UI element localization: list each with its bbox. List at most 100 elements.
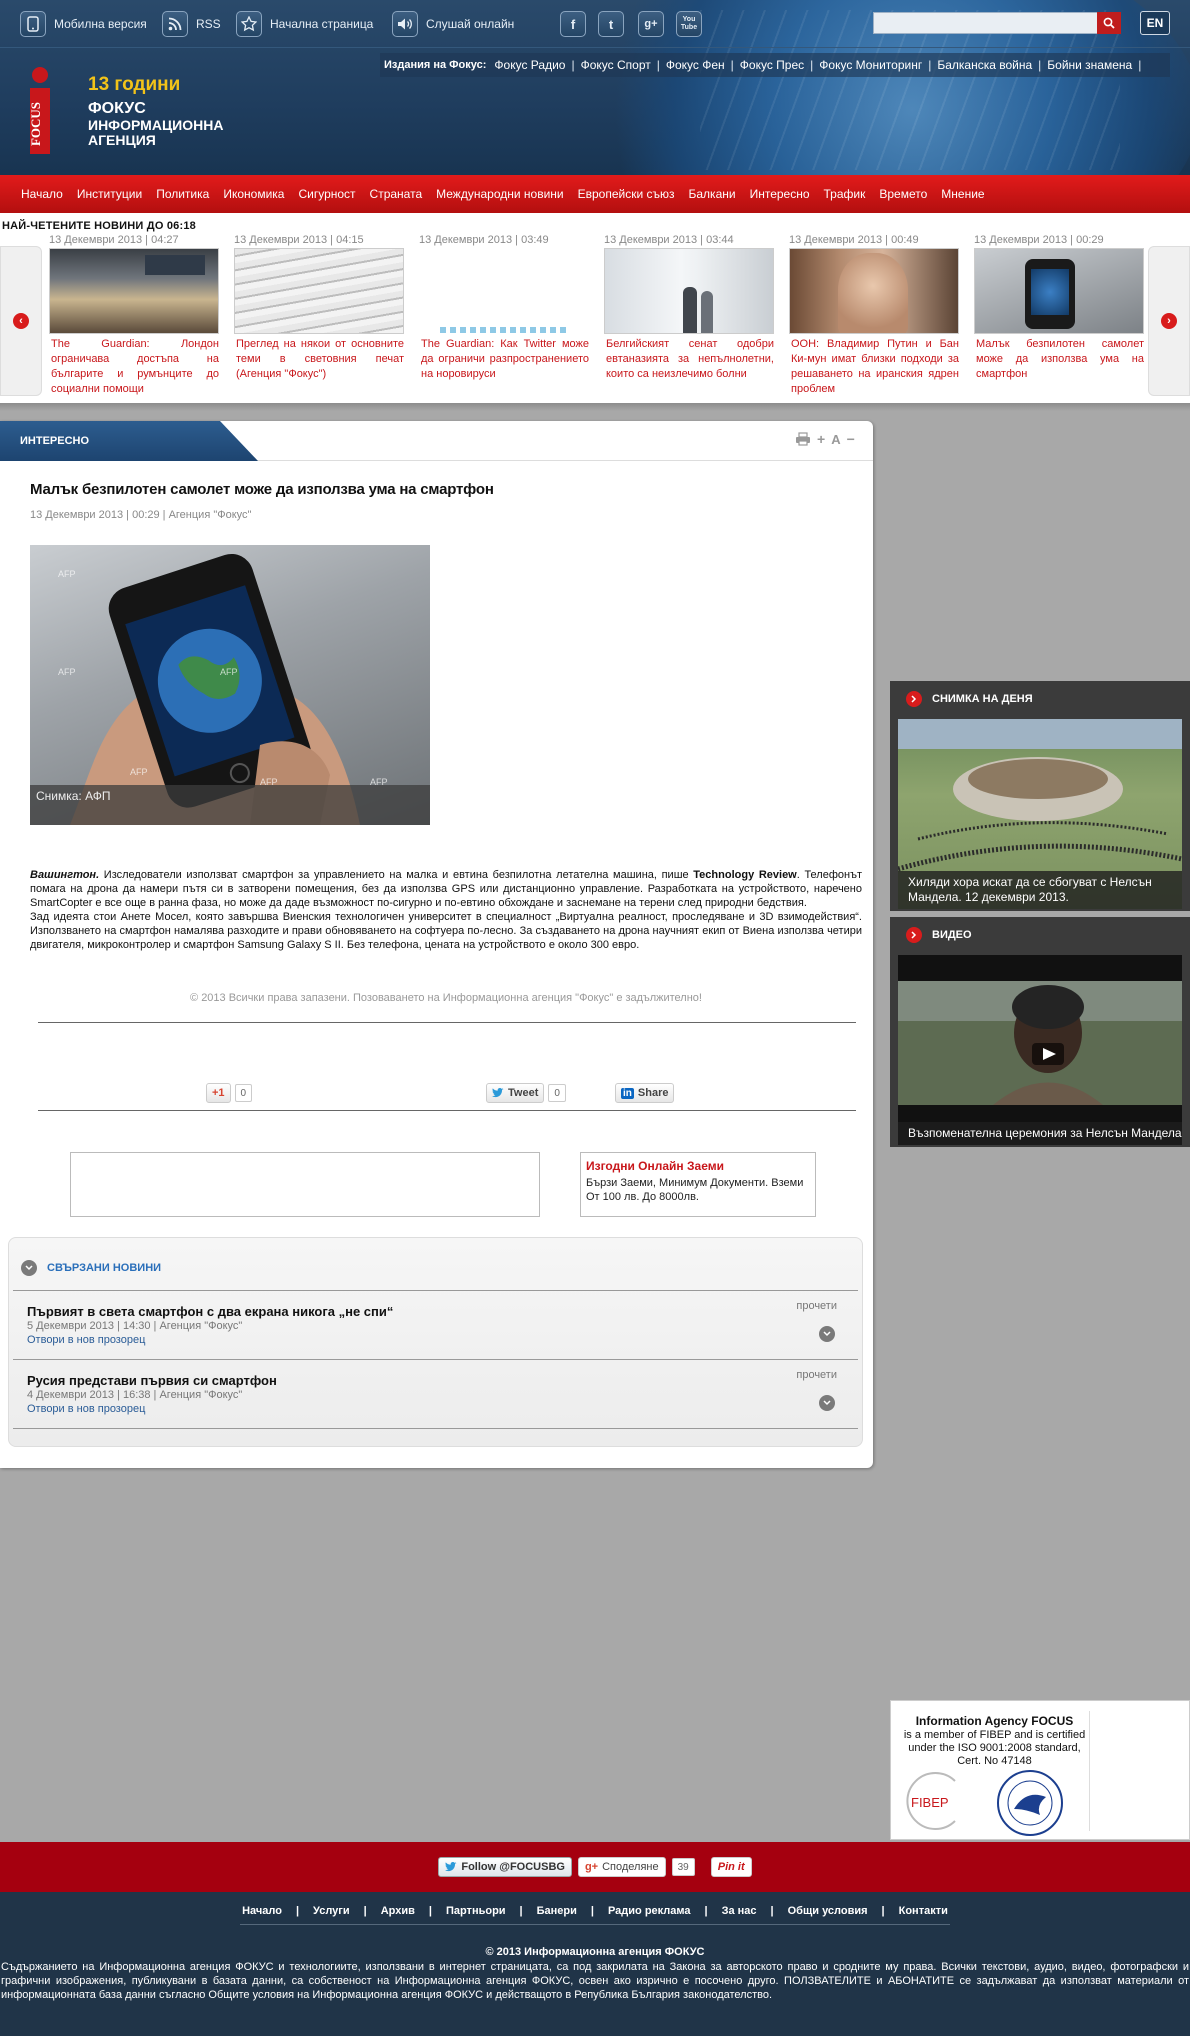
font-increase-icon[interactable]: + (817, 431, 825, 447)
chevron-down-icon[interactable] (819, 1326, 835, 1342)
mobile-icon (20, 11, 46, 37)
carousel-prev-button[interactable]: ‹ (0, 246, 42, 396)
footer-link-home[interactable]: Начало (242, 1905, 282, 1917)
fibep-logo: FIBEP (906, 1772, 956, 1830)
nav-item-interesting[interactable]: Интересно (743, 187, 817, 201)
nav-item-balkans[interactable]: Балкани (682, 187, 743, 201)
fibep-logo-text: FIBEP (911, 1795, 949, 1810)
article-tools: + A − (795, 431, 855, 447)
nav-item-politics[interactable]: Политика (149, 187, 216, 201)
footer-link-radio-ads[interactable]: Радио реклама (608, 1905, 691, 1917)
nav-item-eu[interactable]: Европейски съюз (571, 187, 682, 201)
edition-link[interactable]: Балканска война (937, 58, 1032, 72)
edition-link[interactable]: Фокус Прес (740, 58, 804, 72)
footer-link-banners[interactable]: Банери (537, 1905, 577, 1917)
loan-ad-text: Бързи Заеми, Минимум Документи. Вземи От… (586, 1177, 804, 1203)
twitter-bird-icon (445, 1862, 457, 1872)
site-footer: Начало | Услуги | Архив | Партньори | Банери… (0, 1892, 1190, 2036)
twitter-icon[interactable]: t (598, 11, 624, 37)
speaker-icon (392, 11, 418, 37)
footer-link-contacts[interactable]: Контакти (899, 1905, 948, 1917)
divider (13, 1428, 858, 1429)
most-read-item[interactable]: 13 Декември 2013 | 00:29 Малък безпилоте… (974, 233, 1146, 382)
read-link[interactable]: прочети (796, 1369, 837, 1381)
loan-ad[interactable]: Изгодни Онлайн Заеми Бързи Заеми, Миниму… (580, 1152, 816, 1217)
follow-twitter-button[interactable]: Follow @FOCUSBG (438, 1857, 572, 1877)
nav-item-institutions[interactable]: Институции (70, 187, 149, 201)
ad-placeholder[interactable] (70, 1152, 540, 1217)
edition-link[interactable]: Фокус Радио (494, 58, 565, 72)
footer-link-terms[interactable]: Общи условия (788, 1905, 868, 1917)
photo-of-day-image[interactable]: Хиляди хора искат да се сбогуват с Нелсъ… (898, 719, 1182, 909)
nav-item-world[interactable]: Международни новини (429, 187, 570, 201)
nav-item-security[interactable]: Сигурност (291, 187, 362, 201)
chevron-right-icon (906, 927, 922, 943)
listen-online-link[interactable]: Слушай онлайн (392, 10, 514, 38)
most-read-item[interactable]: 13 Декември 2013 | 03:49 The Guardian: К… (419, 233, 591, 382)
mobile-version-link[interactable]: Мобилна версия (20, 10, 147, 38)
gplus-share-button[interactable]: g+ Споделяне (577, 1857, 666, 1877)
edition-link[interactable]: Бойни знамена (1047, 58, 1132, 72)
chevron-down-icon[interactable] (819, 1395, 835, 1411)
nav-item-country[interactable]: Страната (363, 187, 430, 201)
logo-brand-text: FOCUS (28, 102, 43, 146)
footer-link-about[interactable]: За нас (722, 1905, 757, 1917)
search-input[interactable] (873, 12, 1099, 34)
footer-link-services[interactable]: Услуги (313, 1905, 350, 1917)
section-tab[interactable]: ИНТЕРЕСНО (0, 421, 258, 461)
facebook-icon[interactable]: f (560, 11, 586, 37)
read-link[interactable]: прочети (796, 1300, 837, 1312)
related-item-title[interactable]: Първият в света смартфон с два екрана ни… (27, 1304, 393, 1319)
most-read-image (49, 248, 219, 334)
video-frame-illustration (898, 981, 1182, 1105)
nav-item-economy[interactable]: Икономика (216, 187, 291, 201)
font-size-icon[interactable]: A (831, 432, 840, 447)
nav-item-opinion[interactable]: Мнение (934, 187, 991, 201)
most-read-item[interactable]: 13 Декември 2013 | 04:15 Преглед на няко… (234, 233, 406, 382)
related-item-title[interactable]: Русия представи първия си смартфон (27, 1373, 277, 1388)
footer-link-partners[interactable]: Партньори (446, 1905, 506, 1917)
article-image[interactable]: AFP AFP AFP AFP AFP AFP Снимка: АФП (30, 545, 430, 825)
home-page-link[interactable]: Начална страница (236, 10, 373, 38)
article-paragraph: Вашингтон. Изследователи използват смарт… (30, 868, 862, 910)
chevron-down-icon[interactable] (21, 1260, 37, 1276)
nav-item-home[interactable]: Начало (14, 187, 70, 201)
fibep-certificate[interactable]: Information Agency FOCUS is a member of … (890, 1700, 1190, 1840)
most-read-item[interactable]: 13 Декември 2013 | 04:27 The Guardian: Л… (49, 233, 221, 397)
google-plus-icon: g+ (584, 1861, 599, 1873)
most-read-item[interactable]: 13 Декември 2013 | 03:44 Белгийският сен… (604, 233, 776, 382)
nav-item-weather[interactable]: Времето (872, 187, 934, 201)
nav-item-traffic[interactable]: Трафик (817, 187, 873, 201)
most-read-date: 13 Декември 2013 | 04:27 (49, 234, 179, 246)
print-icon[interactable] (795, 432, 811, 446)
linkedin-button[interactable]: in Share (615, 1083, 675, 1103)
site-header: Мобилна версия RSS Начална страница Слуш… (0, 0, 1190, 175)
video-thumbnail[interactable]: Възпоменателна церемония за Нелсън Манде… (898, 955, 1182, 1145)
edition-link[interactable]: Фокус Спорт (581, 58, 651, 72)
open-new-window-link[interactable]: Отвори в нов прозорец (27, 1403, 145, 1415)
tweet-button[interactable]: Tweet (486, 1083, 545, 1103)
google-plus-icon[interactable]: g+ (638, 11, 664, 37)
gplus-button[interactable]: +1 (206, 1083, 231, 1103)
image-watermark: AFP (130, 767, 148, 777)
hand-phone-illustration: AFP AFP AFP AFP AFP AFP (58, 553, 388, 825)
edition-link[interactable]: Фокус Фен (666, 58, 725, 72)
open-new-window-link[interactable]: Отвори в нов прозорец (27, 1334, 145, 1346)
focus-logo[interactable]: FOCUS 13 години ФОКУС ИНФОРМАЦИОННА АГЕН… (18, 66, 223, 162)
section-header: ИНТЕРЕСНО + A − (0, 421, 873, 461)
main-navigation: Начало Институции Политика Икономика Сиг… (0, 175, 1190, 213)
linkedin-label: Share (637, 1087, 669, 1099)
footer-link-archive[interactable]: Архив (381, 1905, 415, 1917)
carousel-next-button[interactable]: › (1148, 246, 1190, 396)
footer-links: Начало | Услуги | Архив | Партньори | Банери… (242, 1905, 948, 1917)
search-button[interactable] (1097, 12, 1121, 34)
font-decrease-icon[interactable]: − (847, 431, 855, 447)
rss-link[interactable]: RSS (162, 10, 221, 38)
pinterest-button[interactable]: Pin it (710, 1857, 752, 1877)
edition-link[interactable]: Фокус Мониторинг (819, 58, 922, 72)
most-read-image (234, 248, 404, 334)
top-bar: Мобилна версия RSS Начална страница Слуш… (0, 0, 1190, 48)
youtube-icon[interactable]: You Tube (676, 11, 702, 37)
most-read-item[interactable]: 13 Декември 2013 | 00:49 ООН: Владимир П… (789, 233, 961, 397)
language-switch-button[interactable]: EN (1140, 11, 1170, 35)
